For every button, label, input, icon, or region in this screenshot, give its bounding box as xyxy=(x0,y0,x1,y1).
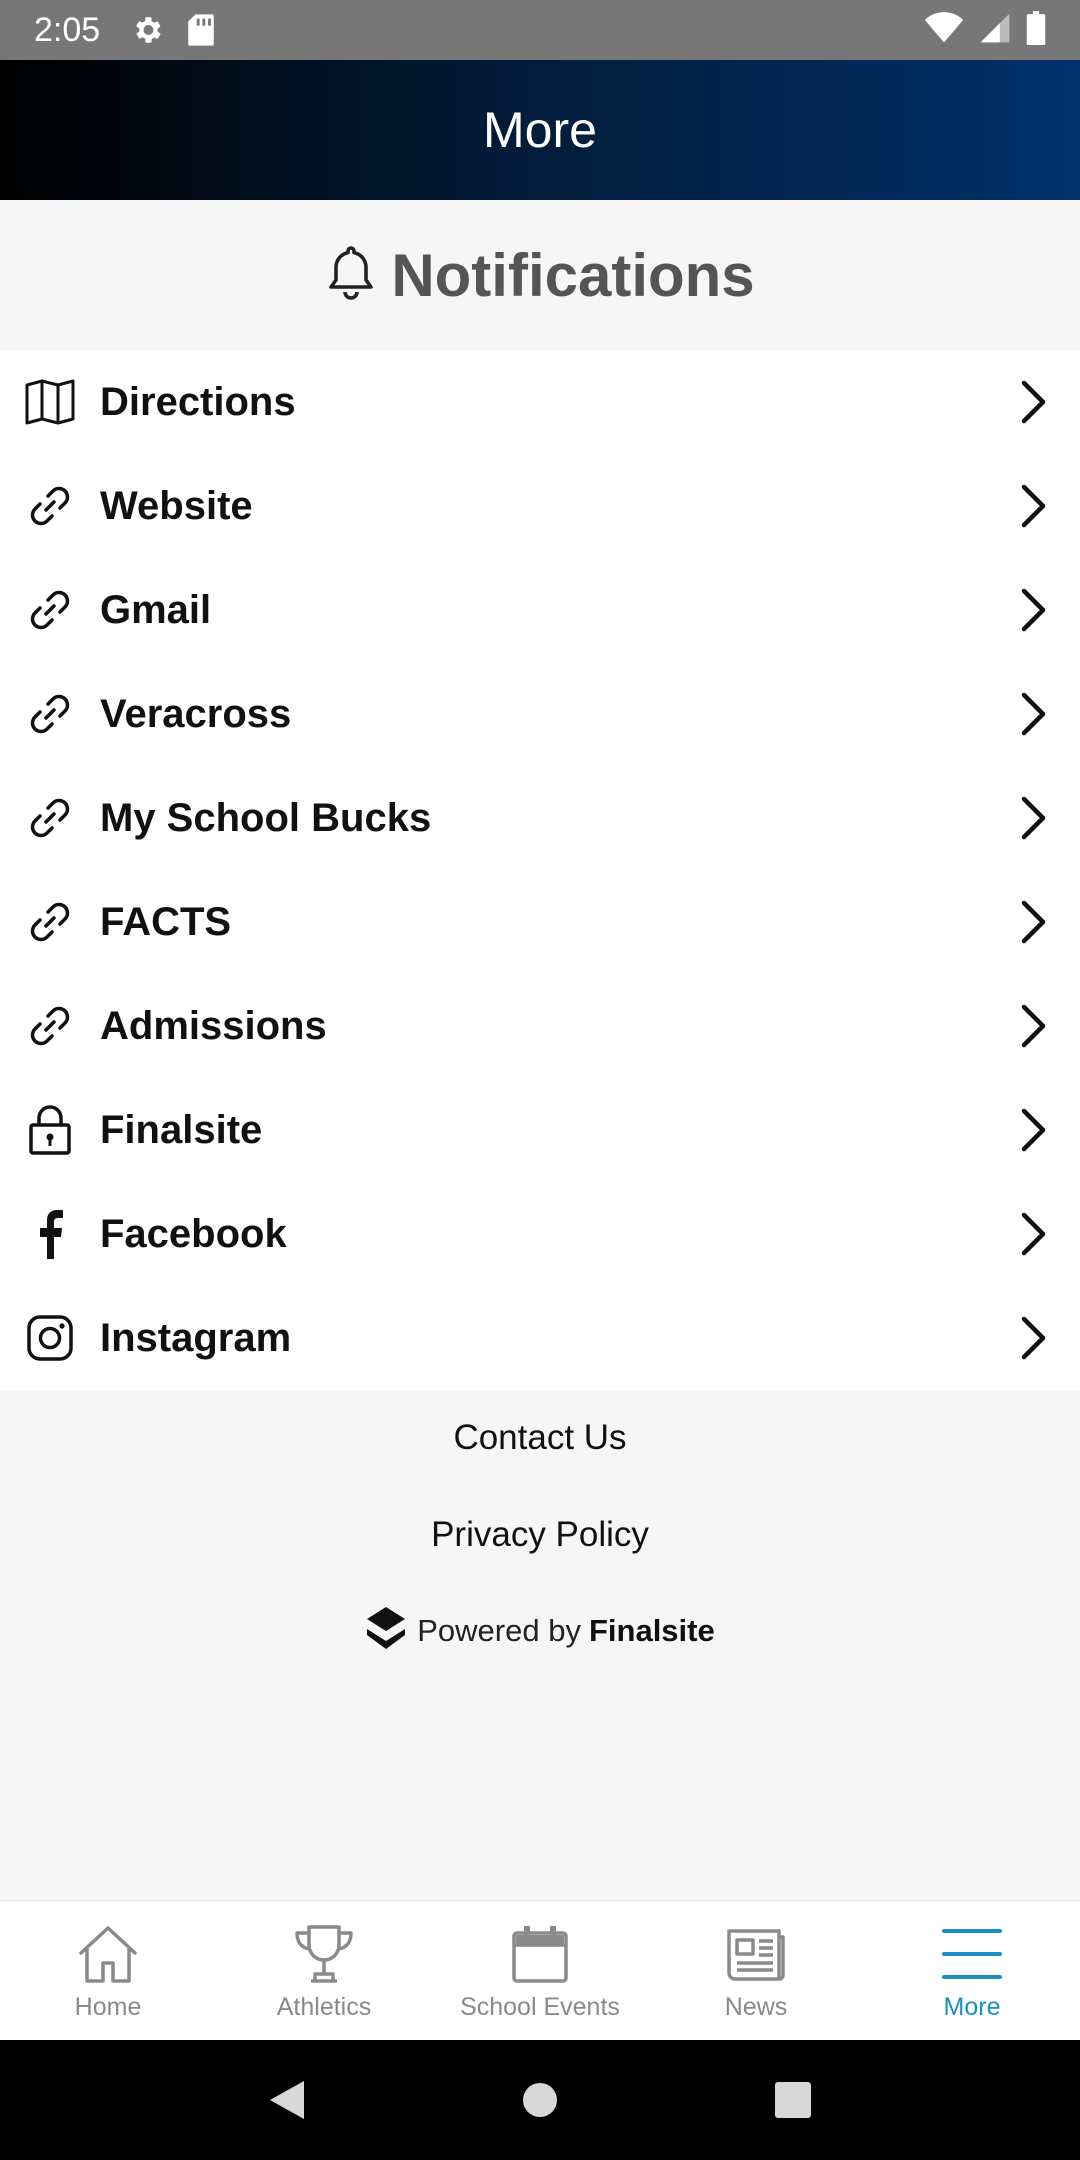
nav-label: Home xyxy=(74,1993,142,2021)
home-button-icon[interactable] xyxy=(500,2060,580,2140)
link-icon xyxy=(24,1000,76,1052)
link-icon xyxy=(24,688,76,740)
menu-item-label: Website xyxy=(100,483,253,528)
map-icon xyxy=(24,376,76,428)
sd-card-icon xyxy=(186,13,216,47)
menu-item-my-school-bucks[interactable]: My School Bucks xyxy=(0,766,1080,870)
link-icon xyxy=(24,896,76,948)
nav-item-school-events[interactable]: School Events xyxy=(432,1901,648,2040)
chevron-right-icon xyxy=(1012,792,1056,844)
menu-item-label: Instagram xyxy=(100,1315,292,1360)
menu-item-label: Gmail xyxy=(100,587,212,632)
menu-item-facts[interactable]: FACTS xyxy=(0,870,1080,974)
menu-item-directions[interactable]: Directions xyxy=(0,350,1080,454)
chevron-right-icon xyxy=(1012,1312,1056,1364)
newspaper-icon xyxy=(725,1919,787,1989)
menu-item-instagram[interactable]: Instagram xyxy=(0,1286,1080,1390)
menu-item-label: Finalsite xyxy=(100,1107,263,1152)
trophy-icon xyxy=(293,1919,355,1989)
menu-item-finalsite[interactable]: Finalsite xyxy=(0,1078,1080,1182)
chevron-right-icon xyxy=(1012,896,1056,948)
bell-icon xyxy=(325,244,377,307)
menu-item-label: Veracross xyxy=(100,691,292,736)
chevron-right-icon xyxy=(1012,376,1056,428)
signal-icon xyxy=(978,12,1012,49)
page-title: More xyxy=(483,102,597,158)
menu-item-veracross[interactable]: Veracross xyxy=(0,662,1080,766)
menu-item-facebook[interactable]: Facebook xyxy=(0,1182,1080,1286)
chevron-right-icon xyxy=(1012,584,1056,636)
powered-by-text: Powered by xyxy=(417,1612,581,1648)
lock-icon xyxy=(24,1104,76,1156)
menu-item-label: My School Bucks xyxy=(100,795,432,840)
menu-item-website[interactable]: Website xyxy=(0,454,1080,558)
calendar-icon xyxy=(509,1919,571,1989)
nav-item-news[interactable]: News xyxy=(648,1901,864,2040)
app-header: More xyxy=(0,60,1080,200)
notifications-label: Notifications xyxy=(391,241,755,309)
link-icon xyxy=(24,584,76,636)
menu-item-label: Directions xyxy=(100,379,296,424)
chevron-right-icon xyxy=(1012,1104,1056,1156)
nav-label: News xyxy=(724,1993,788,2021)
status-bar: 2:05 xyxy=(0,0,1080,60)
system-nav-bar xyxy=(0,2040,1080,2160)
nav-label: Athletics xyxy=(276,1993,372,2021)
finalsite-logo-icon xyxy=(365,1605,407,1656)
status-time: 2:05 xyxy=(34,10,101,49)
menu-item-label: Facebook xyxy=(100,1211,287,1256)
wifi-icon xyxy=(924,11,964,49)
link-icon xyxy=(24,480,76,532)
menu-item-gmail[interactable]: Gmail xyxy=(0,558,1080,662)
nav-label: More xyxy=(943,1993,1001,2021)
privacy-policy-link[interactable]: Privacy Policy xyxy=(0,1515,1080,1555)
nav-item-athletics[interactable]: Athletics xyxy=(216,1901,432,2040)
chevron-right-icon xyxy=(1012,480,1056,532)
menu-list: Directions Website Gmail Veracross My Sc… xyxy=(0,350,1080,1390)
recents-icon[interactable] xyxy=(753,2060,833,2140)
nav-item-more[interactable]: More xyxy=(864,1901,1080,2040)
contact-us-link[interactable]: Contact Us xyxy=(0,1418,1080,1458)
nav-label: School Events xyxy=(460,1993,620,2021)
back-icon[interactable] xyxy=(247,2060,327,2140)
nav-item-home[interactable]: Home xyxy=(0,1901,216,2040)
link-icon xyxy=(24,792,76,844)
menu-item-label: FACTS xyxy=(100,899,232,944)
chevron-right-icon xyxy=(1012,1000,1056,1052)
bottom-nav: Home Athletics School Events News More xyxy=(0,1900,1080,2040)
powered-by-brand: Finalsite xyxy=(588,1612,715,1648)
facebook-icon xyxy=(24,1208,76,1260)
settings-icon xyxy=(130,13,164,47)
menu-item-label: Admissions xyxy=(100,1003,327,1048)
battery-icon xyxy=(1026,10,1046,50)
instagram-icon xyxy=(24,1312,76,1364)
chevron-right-icon xyxy=(1012,688,1056,740)
powered-by-finalsite[interactable]: Powered by Finalsite xyxy=(0,1605,1080,1656)
menu-icon xyxy=(941,1919,1003,1989)
home-icon xyxy=(77,1919,139,1989)
chevron-right-icon xyxy=(1012,1208,1056,1260)
menu-item-admissions[interactable]: Admissions xyxy=(0,974,1080,1078)
notifications-button[interactable]: Notifications xyxy=(0,200,1080,350)
